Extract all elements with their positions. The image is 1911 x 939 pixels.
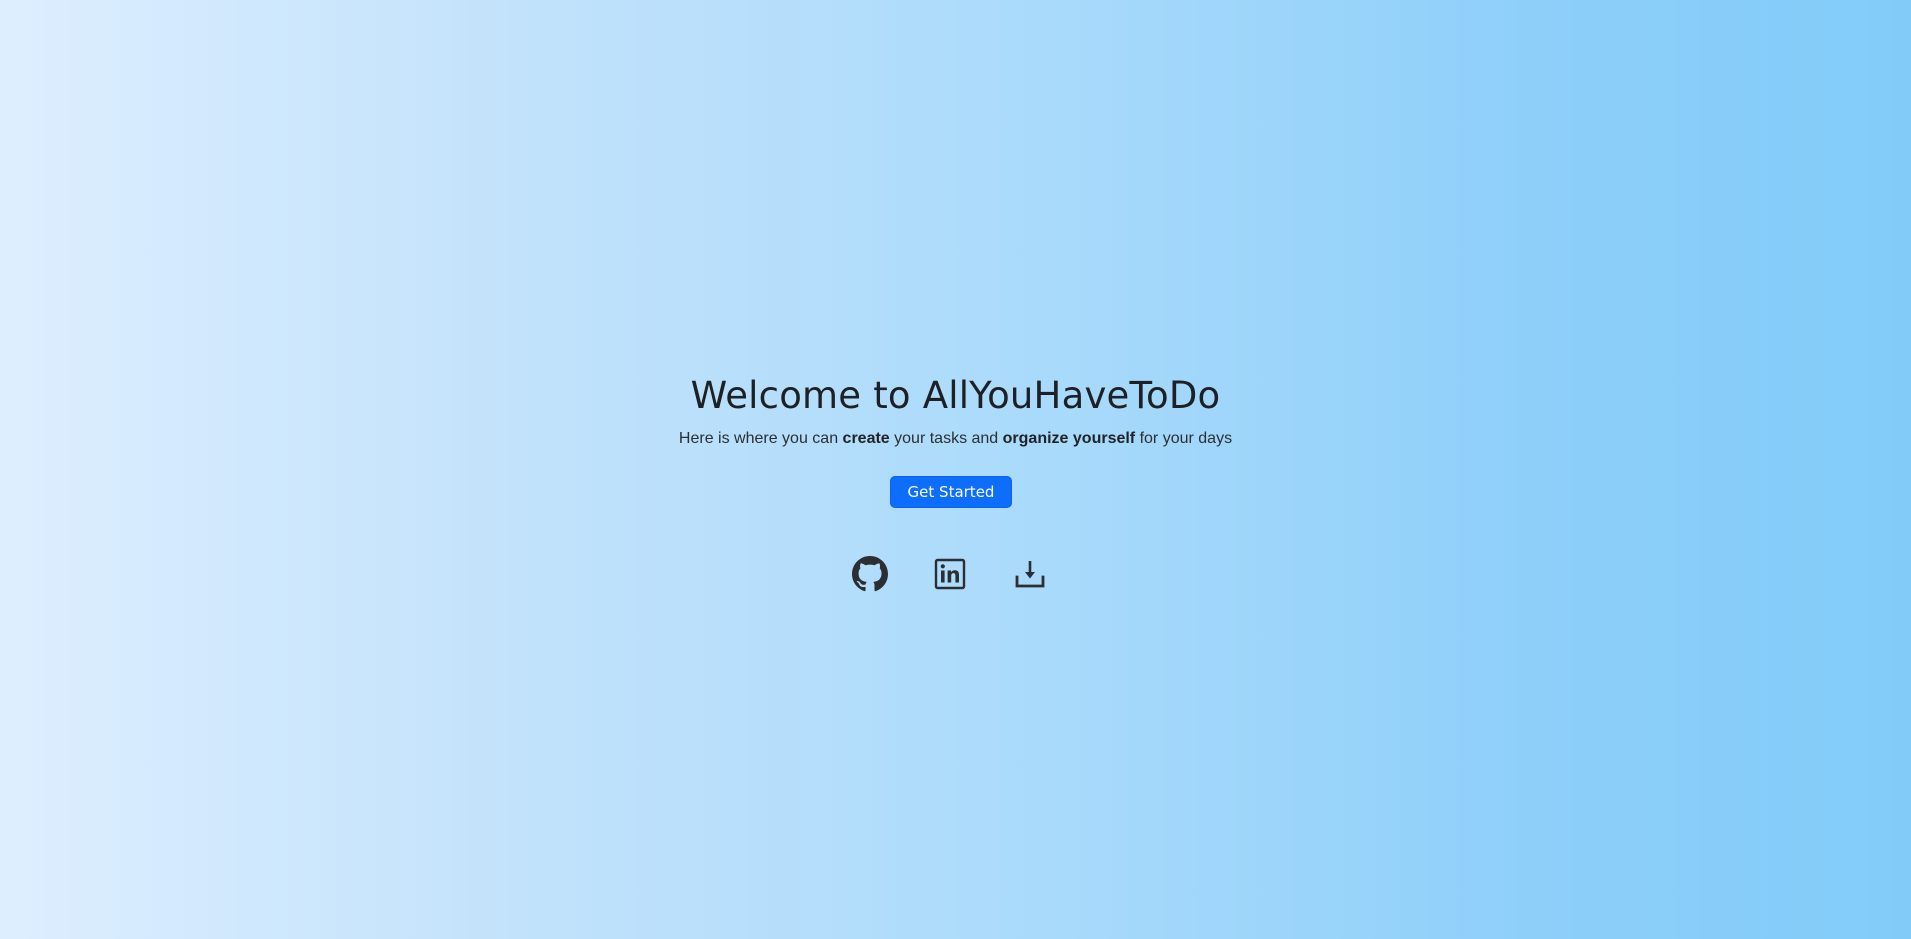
linkedin-icon [934, 558, 966, 590]
hero-subtitle: Here is where you can create your tasks … [0, 428, 1911, 450]
subtitle-text: your tasks and [889, 430, 1003, 447]
subtitle-text: Here is where you can [678, 430, 843, 447]
subtitle-emphasis-organize: organize yourself [1002, 430, 1136, 447]
get-started-button[interactable]: Get Started [890, 476, 1012, 508]
page-title: Welcome to AllYouHaveToDo [690, 374, 1221, 417]
hero-section: Welcome to AllYouHaveToDo Here is where … [0, 0, 1911, 939]
download-link[interactable] [1012, 556, 1048, 592]
linkedin-link[interactable] [932, 556, 968, 592]
github-icon [852, 556, 888, 592]
subtitle-emphasis-create: create [842, 430, 890, 447]
github-link[interactable] [852, 556, 888, 592]
subtitle-text: for your days [1135, 430, 1233, 447]
social-links [852, 556, 1062, 592]
download-icon [1015, 561, 1045, 588]
